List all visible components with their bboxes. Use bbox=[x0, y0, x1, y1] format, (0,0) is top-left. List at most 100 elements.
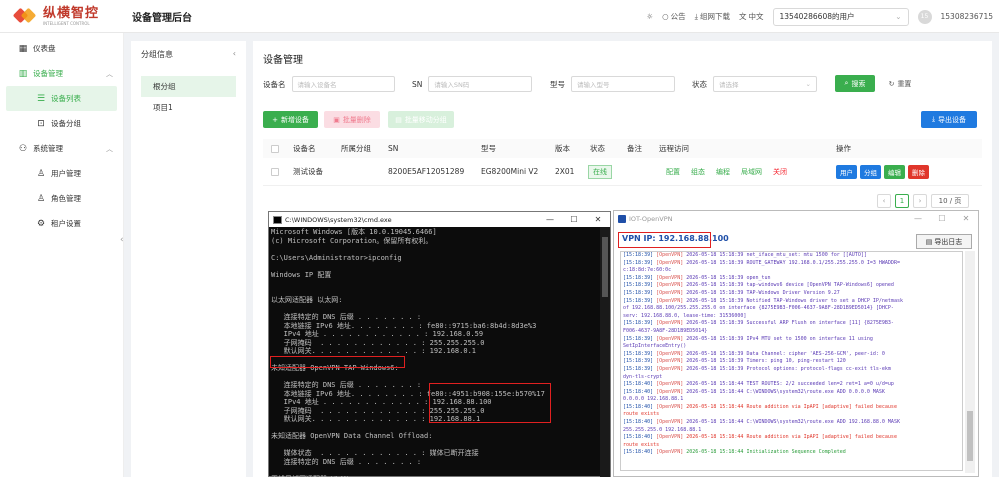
column-header: 状态 bbox=[590, 144, 605, 153]
logo: 纵横智控 INTELLIGENT CONTROL bbox=[0, 5, 123, 27]
log-message: c:18:8d:7e:60:0c bbox=[623, 267, 672, 274]
cmd-line: (c) Microsoft Corporation。保留所有权利。 bbox=[271, 236, 433, 245]
export-log-button[interactable]: ▤ 导出日志 bbox=[916, 234, 972, 249]
remote-lan-link[interactable]: 局域网 bbox=[741, 168, 762, 176]
log-message: 2026-05-18 15:18:44 C:\WINDOWS\system32\… bbox=[686, 388, 885, 395]
gear-icon: ⚙ bbox=[36, 218, 46, 229]
reset-button[interactable]: ↻ 重置 bbox=[883, 75, 917, 92]
sidebar-item-users[interactable]: ♙ 用户管理 bbox=[0, 161, 123, 186]
download-label: 组网下载 bbox=[700, 12, 730, 21]
translate-icon: 文 bbox=[739, 12, 747, 21]
log-time: [15:18:39] bbox=[623, 335, 654, 342]
log-message: 2026-05-18 15:18:39 IPv4 MTU set to 1500… bbox=[686, 335, 873, 342]
log-source: [OpenVPN] bbox=[656, 297, 684, 304]
row-checkbox[interactable] bbox=[271, 167, 279, 176]
row-edit-button[interactable]: 编辑 bbox=[884, 164, 905, 179]
minimize-icon[interactable]: — bbox=[906, 211, 930, 226]
batch-delete-button[interactable]: ▣ 批量删除 bbox=[324, 111, 380, 128]
theme-toggle-icon[interactable]: ☼ bbox=[646, 12, 653, 21]
sidebar-item-label: 设备分组 bbox=[51, 119, 81, 128]
log-line: [15:18:39] [OpenVPN] 2026-05-18 15:18:39… bbox=[621, 275, 962, 283]
sn-input[interactable]: 请输入SN码 bbox=[428, 76, 533, 92]
sidebar-item-tenant-settings[interactable]: ⚙ 租户设置 bbox=[0, 211, 123, 236]
top-header: 纵横智控 INTELLIGENT CONTROL 设备管理后台 ☼ ○ 公告 ⤓ 组… bbox=[0, 0, 999, 33]
page-number[interactable]: 1 bbox=[895, 194, 909, 208]
remote-config-link[interactable]: 配置 bbox=[666, 168, 680, 176]
status-badge: 在线 bbox=[588, 164, 612, 179]
chevron-left-icon[interactable]: ‹ bbox=[233, 49, 236, 60]
sidebar: ▦ 仪表盘 ▥ 设备管理 ︿ ☰ 设备列表 ⊡ 设备分组 ⚇ 系统管理 ︿ ♙ 用户管理 ♙ 角色… bbox=[0, 33, 124, 477]
row-group-button[interactable]: 分组 bbox=[860, 164, 881, 179]
log-source: [OpenVPN] bbox=[656, 419, 684, 426]
tenant-select[interactable]: 13540286608的用户 ⌄ bbox=[772, 7, 909, 26]
close-icon[interactable]: ✕ bbox=[954, 211, 978, 226]
log-message: F006-4637-9A8F-28D1B9ED5014} bbox=[623, 327, 708, 334]
refresh-icon: ↻ bbox=[888, 79, 895, 88]
model-input[interactable]: 请输入型号 bbox=[571, 76, 675, 92]
row-user-button[interactable]: 用户 bbox=[836, 164, 857, 179]
log-time: [15:18:39] bbox=[623, 259, 654, 266]
maximize-icon[interactable]: ☐ bbox=[930, 211, 954, 226]
log-message: 2026-05-18 15:18:39 open_tun bbox=[686, 274, 771, 281]
pagination: ‹ 1 › 10 / 页 bbox=[877, 194, 969, 208]
cmd-line: Windows IP 配置 bbox=[271, 270, 332, 279]
avatar[interactable]: 15 bbox=[917, 9, 932, 24]
log-source: [OpenVPN] bbox=[656, 365, 684, 372]
log-source: [OpenVPN] bbox=[656, 388, 684, 395]
cmd-title-bar[interactable]: C:\WINDOWS\system32\cmd.exe — ☐ ✕ bbox=[269, 212, 610, 227]
openvpn-logo-icon bbox=[618, 214, 626, 223]
log-source: [OpenVPN] bbox=[656, 282, 684, 289]
log-source: [OpenVPN] bbox=[656, 274, 684, 281]
next-page-button[interactable]: › bbox=[913, 194, 927, 208]
collapse-sidebar-icon[interactable]: ‹ bbox=[120, 235, 124, 245]
sidebar-item-system-management[interactable]: ⚇ 系统管理 ︿ bbox=[0, 136, 123, 161]
status-select[interactable]: 请选择 ⌄ bbox=[713, 76, 817, 92]
log-message: route exists bbox=[623, 411, 660, 418]
language-switch[interactable]: 文中文 bbox=[739, 11, 764, 22]
prev-page-button[interactable]: ‹ bbox=[877, 194, 891, 208]
search-button[interactable]: ⌕ 搜索 bbox=[835, 75, 875, 92]
cmd-scrollbar[interactable] bbox=[600, 227, 610, 477]
export-devices-button[interactable]: ⤓ 导出设备 bbox=[921, 111, 977, 128]
select-all-checkbox[interactable] bbox=[271, 144, 279, 153]
openvpn-title-bar[interactable]: IOT-OpenVPN — ☐ ✕ bbox=[614, 211, 978, 226]
log-message: 2026-05-18 15:18:39 tap-windows6 device … bbox=[686, 282, 894, 289]
dashboard-icon: ▦ bbox=[18, 43, 28, 54]
openvpn-log-scrollbar[interactable] bbox=[965, 251, 975, 473]
batch-move-group-button[interactable]: ▤ 批量移动分组 bbox=[388, 111, 454, 128]
minimize-icon[interactable]: — bbox=[538, 212, 562, 227]
page-size-select[interactable]: 10 / 页 bbox=[931, 194, 969, 208]
log-message: 0.0.0.0 192.168.88.1 bbox=[623, 396, 684, 403]
close-icon[interactable]: ✕ bbox=[586, 212, 610, 227]
device-name-input[interactable]: 请输入设备名 bbox=[291, 76, 395, 92]
maximize-icon[interactable]: ☐ bbox=[562, 212, 586, 227]
sidebar-item-roles[interactable]: ♙ 角色管理 bbox=[0, 186, 123, 211]
sidebar-item-label: 用户管理 bbox=[51, 169, 81, 178]
column-header: 备注 bbox=[627, 144, 642, 153]
user-icon: ♙ bbox=[36, 168, 46, 179]
sidebar-item-device-management[interactable]: ▥ 设备管理 ︿ bbox=[0, 61, 123, 86]
notice-link[interactable]: ○ 公告 bbox=[662, 11, 686, 22]
remote-programming-link[interactable]: 编程 bbox=[716, 168, 730, 176]
devices-icon: ▥ bbox=[18, 68, 28, 79]
column-header: 设备名 bbox=[293, 144, 316, 153]
add-device-button[interactable]: + 新增设备 bbox=[263, 111, 318, 128]
group-item-root[interactable]: 根分组 bbox=[141, 76, 236, 97]
sidebar-item-label: 设备管理 bbox=[33, 69, 63, 78]
device-name-cell: 测试设备 bbox=[293, 167, 323, 176]
notice-label: 公告 bbox=[670, 12, 686, 21]
trash-icon: ▣ bbox=[333, 115, 340, 124]
sidebar-item-dashboard[interactable]: ▦ 仪表盘 bbox=[0, 36, 123, 61]
sidebar-item-device-groups[interactable]: ⊡ 设备分组 bbox=[0, 111, 123, 136]
cmd-title: C:\WINDOWS\system32\cmd.exe bbox=[285, 215, 392, 224]
log-line: [15:18:39] [OpenVPN] 2026-05-18 15:18:39… bbox=[621, 298, 962, 306]
sidebar-item-device-list[interactable]: ☰ 设备列表 bbox=[6, 86, 117, 111]
export-devices-label: 导出设备 bbox=[938, 115, 967, 124]
download-link[interactable]: ⤓ 组网下载 bbox=[695, 11, 730, 22]
log-time: [15:18:39] bbox=[623, 252, 654, 258]
user-phone[interactable]: 15308236715 bbox=[941, 12, 994, 21]
remote-scada-link[interactable]: 组态 bbox=[691, 168, 705, 176]
remote-close-link[interactable]: 关闭 bbox=[773, 168, 787, 176]
row-delete-button[interactable]: 删除 bbox=[908, 164, 929, 179]
group-item-project1[interactable]: 项目1 bbox=[141, 97, 236, 118]
